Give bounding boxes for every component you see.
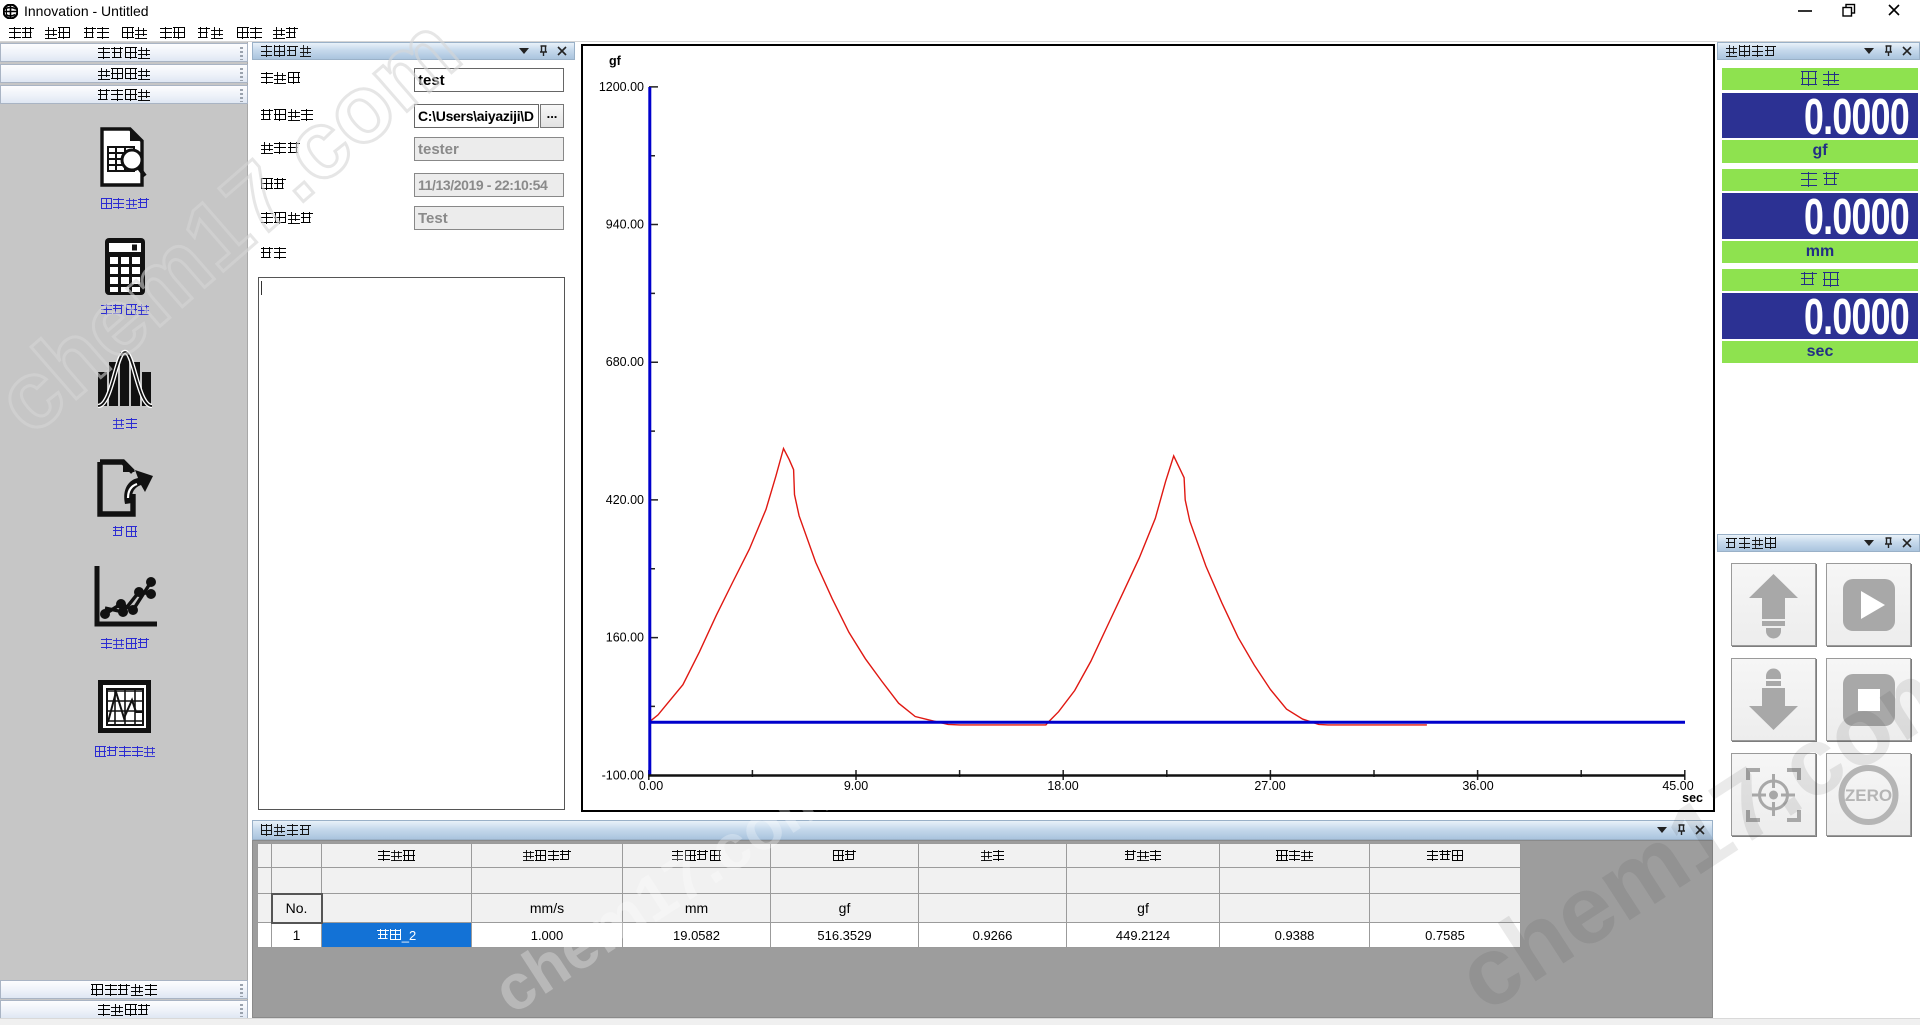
svg-text:45.00: 45.00 bbox=[1662, 779, 1693, 793]
svg-text:27.00: 27.00 bbox=[1254, 779, 1285, 793]
svg-text:9.00: 9.00 bbox=[844, 779, 868, 793]
svg-text:36.00: 36.00 bbox=[1462, 779, 1493, 793]
svg-text:0.00: 0.00 bbox=[639, 779, 663, 793]
svg-text:-100.00: -100.00 bbox=[602, 769, 644, 783]
svg-text:ZERO: ZERO bbox=[1845, 786, 1892, 805]
svg-text:sec: sec bbox=[1682, 791, 1703, 805]
svg-text:160.00: 160.00 bbox=[606, 631, 644, 645]
svg-text:940.00: 940.00 bbox=[606, 218, 644, 232]
svg-text:1200.00: 1200.00 bbox=[599, 80, 644, 94]
svg-text:680.00: 680.00 bbox=[606, 355, 644, 369]
svg-text:420.00: 420.00 bbox=[606, 493, 644, 507]
svg-text:gf: gf bbox=[609, 54, 622, 68]
svg-text:18.00: 18.00 bbox=[1047, 779, 1078, 793]
